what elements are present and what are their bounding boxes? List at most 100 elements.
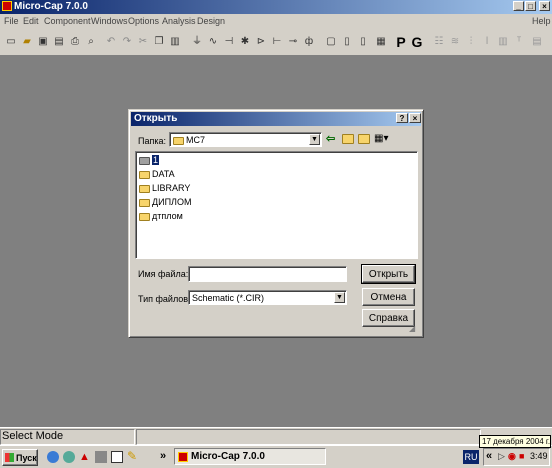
menu-options[interactable]: Options [128, 16, 159, 26]
undo-icon[interactable]: ↶ [104, 35, 118, 49]
open-folder-icon[interactable]: ▰ [20, 35, 34, 49]
minimize-button[interactable]: _ [513, 1, 524, 11]
taskbar-task-microcap[interactable]: Micro-Cap 7.0.0 [174, 448, 326, 465]
inductor-icon[interactable]: ✱ [238, 35, 252, 49]
view-menu-icon[interactable]: ▦▾ [374, 133, 392, 145]
folder-icon [139, 170, 150, 179]
chevron-down-icon[interactable]: ▼ [334, 292, 345, 303]
copy-icon[interactable]: ❐ [152, 35, 166, 49]
status-mode: Select Mode [2, 430, 64, 442]
filetype-value: Schematic (*.CIR) [192, 293, 265, 303]
list-item[interactable]: ДИПЛОМ [139, 197, 191, 207]
calculator-icon[interactable]: ▦ [374, 35, 388, 49]
help-button[interactable]: Справка [362, 309, 415, 327]
menu-help[interactable]: Help [532, 16, 551, 26]
menu-file[interactable]: File [4, 16, 19, 26]
table-icon[interactable]: ▤ [530, 35, 544, 49]
redo-icon[interactable]: ↷ [120, 35, 134, 49]
battery-icon[interactable]: ⊢ [270, 35, 284, 49]
new-file-icon[interactable]: ▭ [4, 35, 18, 49]
windows-logo-icon [5, 453, 14, 462]
acrobat-icon[interactable]: ▲ [79, 451, 91, 463]
grid-icon[interactable]: ☷ [432, 35, 446, 49]
paste-icon[interactable]: ▥ [168, 35, 182, 49]
status-bar: Select Mode [0, 427, 552, 445]
list-item[interactable]: дтплом [139, 211, 183, 221]
window-icon[interactable]: ▢ [324, 35, 338, 49]
open-dialog: Открыть ? × Папка: MC7 ▼ ⇦ ▦▾ 1 DATA LIB… [128, 109, 424, 338]
tray-app-icon[interactable]: ■ [519, 451, 524, 461]
chevron-down-icon[interactable]: ▼ [309, 134, 320, 145]
filetype-select[interactable]: Schematic (*.CIR) ▼ [188, 290, 347, 305]
tray-expand-icon[interactable]: « [486, 450, 492, 462]
menu-design[interactable]: Design [197, 16, 225, 26]
cut-icon[interactable]: ✂ [136, 35, 150, 49]
tray-arrow-icon[interactable]: ▷ [498, 451, 505, 462]
save-icon[interactable]: ▣ [36, 35, 50, 49]
save-all-icon[interactable]: ▤ [52, 35, 66, 49]
resize-grip-icon[interactable]: ◢ [409, 324, 419, 334]
desktop-icon[interactable] [111, 451, 123, 463]
menu-windows[interactable]: Windows [91, 16, 128, 26]
system-tray: « ▷ ◉ ■ 3:49 [483, 448, 550, 466]
toolbar: ▭ ▰ ▣ ▤ ⎙ ⌕ ↶ ↷ ✂ ❐ ▥ ⏚ ∿ ⊣ ✱ ⊳ ⊢ ⊸ ф ▢ … [0, 30, 552, 56]
close-button[interactable]: × [539, 1, 550, 11]
filename-input[interactable] [188, 266, 347, 282]
ground-icon[interactable]: ⏚ [190, 35, 204, 49]
app-icon[interactable] [2, 1, 12, 11]
dialog-close-button[interactable]: × [409, 113, 421, 123]
p-button[interactable]: P [394, 35, 408, 49]
pencil-icon[interactable]: ✎ [127, 450, 139, 462]
dialog-help-button[interactable]: ? [396, 113, 408, 123]
file-name: ДИПЛОМ [152, 197, 192, 207]
split-window-icon[interactable]: ▯ [340, 35, 354, 49]
diode-icon[interactable]: ⊳ [254, 35, 268, 49]
menu-analysis[interactable]: Analysis [162, 16, 196, 26]
app-title: Micro-Cap 7.0.0 [14, 1, 88, 12]
start-label: Пуск [16, 452, 37, 463]
language-indicator[interactable]: RU [463, 450, 479, 464]
file-list[interactable]: 1 DATA LIBRARY ДИПЛОМ дтплом [135, 151, 418, 259]
app-icon-4[interactable] [95, 451, 107, 463]
dialog-title: Открыть [134, 113, 178, 124]
status-panel-2 [136, 429, 481, 445]
ie-icon[interactable] [47, 451, 59, 463]
antivirus-icon[interactable]: ◉ [508, 451, 516, 462]
folder-label: Папка: [138, 136, 166, 146]
g-button[interactable]: G [410, 35, 424, 49]
file-name: DATA [152, 169, 175, 179]
capacitor-icon[interactable]: ⊣ [222, 35, 236, 49]
quicklaunch-chevron[interactable]: » [160, 450, 166, 462]
list-item[interactable]: 1 [139, 155, 160, 165]
menu-component[interactable]: Component [44, 16, 91, 26]
print-preview-icon[interactable]: ⌕ [84, 35, 98, 49]
taskbar: Пуск ▲ ✎ » Micro-Cap 7.0.0 RU « ▷ ◉ ■ 3:… [0, 435, 552, 468]
source-icon[interactable]: ф [302, 35, 316, 49]
up-folder-icon[interactable] [342, 133, 354, 145]
chart-icon[interactable]: ▥ [496, 35, 510, 49]
dialog-title-bar: Открыть ? × [131, 112, 421, 126]
start-button[interactable]: Пуск [2, 449, 38, 466]
pins-icon[interactable]: ⫶ [464, 35, 478, 49]
wave-icon[interactable]: ≋ [448, 35, 462, 49]
app-title-bar: Micro-Cap 7.0.0 _ □ × [0, 0, 552, 14]
transistor-icon[interactable]: ⊸ [286, 35, 300, 49]
clock-tooltip: 17 декабря 2004 г. [479, 435, 551, 448]
open-button[interactable]: Открыть [361, 264, 416, 284]
maximize-button[interactable]: □ [525, 1, 536, 11]
folder-select[interactable]: MC7 ▼ [169, 132, 322, 147]
probe-icon[interactable]: ǀ [480, 35, 494, 49]
new-folder-icon[interactable] [358, 133, 370, 145]
back-icon[interactable]: ⇦ [326, 133, 338, 145]
text-icon[interactable]: ᵀ [512, 35, 526, 49]
clock[interactable]: 3:49 [530, 451, 548, 461]
print-icon[interactable]: ⎙ [68, 35, 82, 49]
cancel-button[interactable]: Отмена [362, 288, 415, 306]
tile-icon[interactable]: ▯ [356, 35, 370, 49]
outlook-icon[interactable] [63, 451, 75, 463]
microcap-icon [178, 452, 188, 462]
resistor-icon[interactable]: ∿ [206, 35, 220, 49]
menu-edit[interactable]: Edit [23, 16, 39, 26]
list-item[interactable]: LIBRARY [139, 183, 190, 193]
list-item[interactable]: DATA [139, 169, 175, 179]
